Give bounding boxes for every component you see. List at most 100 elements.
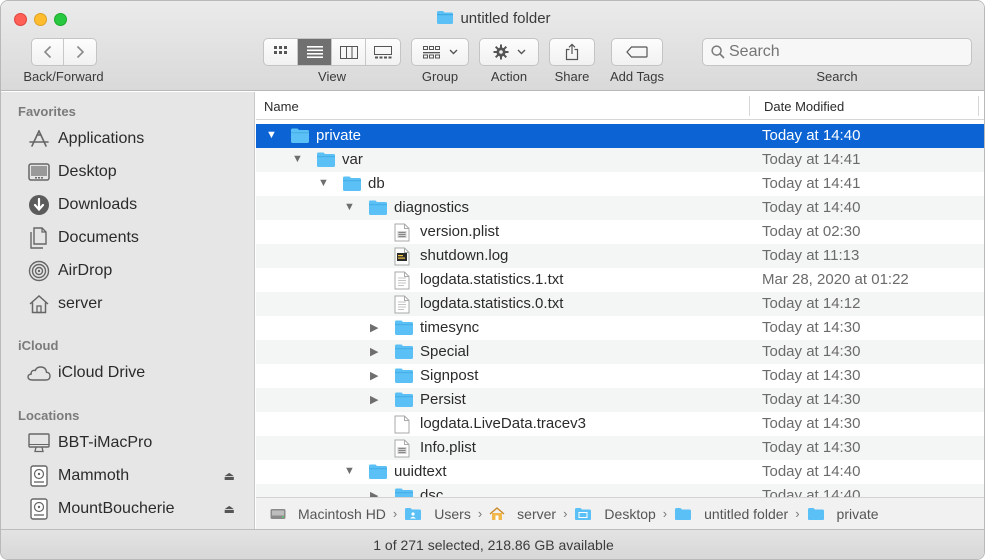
path-crumb-label: Users <box>434 505 471 522</box>
file-row[interactable]: ▶ Persist Today at 14:30 <box>256 388 984 412</box>
chevron-right-icon: › <box>392 506 398 521</box>
column-date-modified-header[interactable]: Date Modified <box>764 99 844 114</box>
column-divider[interactable] <box>749 96 750 116</box>
file-name: logdata.statistics.0.txt <box>420 295 564 312</box>
eject-icon[interactable]: ⏏ <box>224 502 235 516</box>
file-row[interactable]: ▶ dsc Today at 14:40 <box>256 484 984 497</box>
share-button[interactable] <box>549 38 595 66</box>
path-crumb[interactable]: Macintosh HD <box>270 506 386 522</box>
file-list: Name Date Modified ▼ private Today at 14:4… <box>256 92 984 497</box>
search-input[interactable] <box>729 43 965 61</box>
file-row[interactable]: Info.plist Today at 14:30 <box>256 436 984 460</box>
sidebar-heading-favorites: Favorites <box>18 104 76 119</box>
applications-icon <box>27 127 51 151</box>
sidebar-item-label: Documents <box>58 229 139 246</box>
action-button[interactable] <box>479 38 539 66</box>
column-view-button[interactable] <box>332 39 366 65</box>
disclosure-open-icon[interactable]: ▼ <box>292 153 303 165</box>
add-tags-label: Add Tags <box>610 69 664 84</box>
cloud-icon <box>27 361 51 385</box>
view-label: View <box>318 69 346 84</box>
file-row[interactable]: ▶ Signpost Today at 14:30 <box>256 364 984 388</box>
forward-button[interactable] <box>64 39 96 65</box>
path-crumb[interactable]: private <box>807 506 879 522</box>
file-row[interactable]: logdata.LiveData.tracev3 Today at 14:30 <box>256 412 984 436</box>
file-row[interactable]: ▼ uuidtext Today at 14:40 <box>256 460 984 484</box>
tag-icon <box>626 46 648 58</box>
file-date-modified: Today at 14:30 <box>762 367 861 384</box>
gallery-view-button[interactable] <box>366 39 400 65</box>
eject-icon[interactable]: ⏏ <box>224 469 235 483</box>
sidebar-item-documents[interactable]: Documents <box>27 224 247 252</box>
sidebar-item-icloud-drive[interactable]: iCloud Drive <box>27 359 247 387</box>
home-icon <box>27 292 51 316</box>
disclosure-open-icon[interactable]: ▼ <box>318 177 329 189</box>
disclosure-closed-icon[interactable]: ▶ <box>370 321 378 334</box>
file-row[interactable]: ▶ Special Today at 14:30 <box>256 340 984 364</box>
file-name: diagnostics <box>394 199 470 216</box>
file-date-modified: Today at 14:40 <box>762 199 861 216</box>
search-field[interactable] <box>702 38 972 66</box>
sidebar-item-mountboucherie[interactable]: MountBoucherie ⏏ <box>27 495 247 523</box>
sidebar-item-server[interactable]: server <box>27 290 247 318</box>
sidebar-item-label: Desktop <box>58 163 117 180</box>
file-row[interactable]: shutdown.log Today at 11:13 <box>256 244 984 268</box>
column-divider[interactable] <box>978 96 979 116</box>
file-date-modified: Today at 14:30 <box>762 343 861 360</box>
file-date-modified: Today at 02:30 <box>762 223 861 240</box>
users-folder-icon <box>404 507 428 521</box>
plist-file-icon <box>394 223 414 242</box>
sidebar-item-downloads[interactable]: Downloads <box>27 191 247 219</box>
action-label: Action <box>490 69 528 84</box>
path-crumb-label: private <box>836 505 879 522</box>
file-rows: ▼ private Today at 14:40 ▼ var Today at 14:41… <box>256 124 984 497</box>
icon-view-button[interactable] <box>264 39 298 65</box>
folder-icon <box>290 127 310 145</box>
disclosure-closed-icon[interactable]: ▶ <box>370 393 378 406</box>
file-date-modified: Today at 14:30 <box>762 319 861 336</box>
path-crumb[interactable]: Desktop <box>574 505 656 522</box>
chevron-right-icon: › <box>563 506 568 521</box>
list-view-button[interactable] <box>298 39 332 65</box>
disclosure-closed-icon[interactable]: ▶ <box>370 345 378 358</box>
column-name-header[interactable]: Name <box>264 99 299 114</box>
imac-icon <box>27 431 51 455</box>
back-button[interactable] <box>32 39 65 65</box>
share-label: Share <box>554 69 590 84</box>
chevron-right-icon: › <box>795 506 800 521</box>
path-crumb-label: Desktop <box>604 505 656 522</box>
file-row[interactable]: ▶ timesync Today at 14:30 <box>256 316 984 340</box>
add-tags-button[interactable] <box>611 38 663 66</box>
sidebar-item-applications[interactable]: Applications <box>27 125 247 153</box>
folder-icon <box>436 10 454 29</box>
file-row[interactable]: ▼ var Today at 14:41 <box>256 148 984 172</box>
file-row[interactable]: logdata.statistics.1.txt Mar 28, 2020 at … <box>256 268 984 292</box>
path-crumb[interactable]: untitled folder <box>674 506 788 522</box>
log-file-icon <box>394 247 414 266</box>
sidebar-item-mammoth[interactable]: Mammoth ⏏ <box>27 462 247 490</box>
path-crumb[interactable]: Users <box>404 506 471 522</box>
file-row[interactable]: logdata.statistics.0.txt Today at 14:12 <box>256 292 984 316</box>
disclosure-open-icon[interactable]: ▼ <box>344 201 355 213</box>
sidebar-item-airdrop[interactable]: AirDrop <box>27 257 247 285</box>
file-row[interactable]: version.plist Today at 02:30 <box>256 220 984 244</box>
sidebar-item-desktop[interactable]: Desktop <box>27 158 247 186</box>
group-button[interactable] <box>411 38 469 66</box>
disclosure-closed-icon[interactable]: ▶ <box>370 369 378 382</box>
disclosure-open-icon[interactable]: ▼ <box>266 129 277 141</box>
disclosure-closed-icon[interactable]: ▶ <box>370 489 378 497</box>
file-name: Persist <box>420 391 466 408</box>
path-crumb[interactable]: server <box>489 506 556 522</box>
folder-icon <box>394 367 414 385</box>
sidebar-item-bbt-imacpro[interactable]: BBT-iMacPro <box>27 429 247 457</box>
file-row[interactable]: ▼ db Today at 14:41 <box>256 172 984 196</box>
disclosure-open-icon[interactable]: ▼ <box>344 465 355 477</box>
share-icon <box>565 43 579 61</box>
plist-file-icon <box>394 439 414 458</box>
folder-icon <box>394 343 414 361</box>
grid-icon <box>273 46 287 54</box>
file-row[interactable]: ▼ diagnostics Today at 14:40 <box>256 196 984 220</box>
file-row[interactable]: ▼ private Today at 14:40 <box>256 124 984 148</box>
gallery-icon <box>374 45 392 58</box>
downloads-icon <box>27 193 51 217</box>
